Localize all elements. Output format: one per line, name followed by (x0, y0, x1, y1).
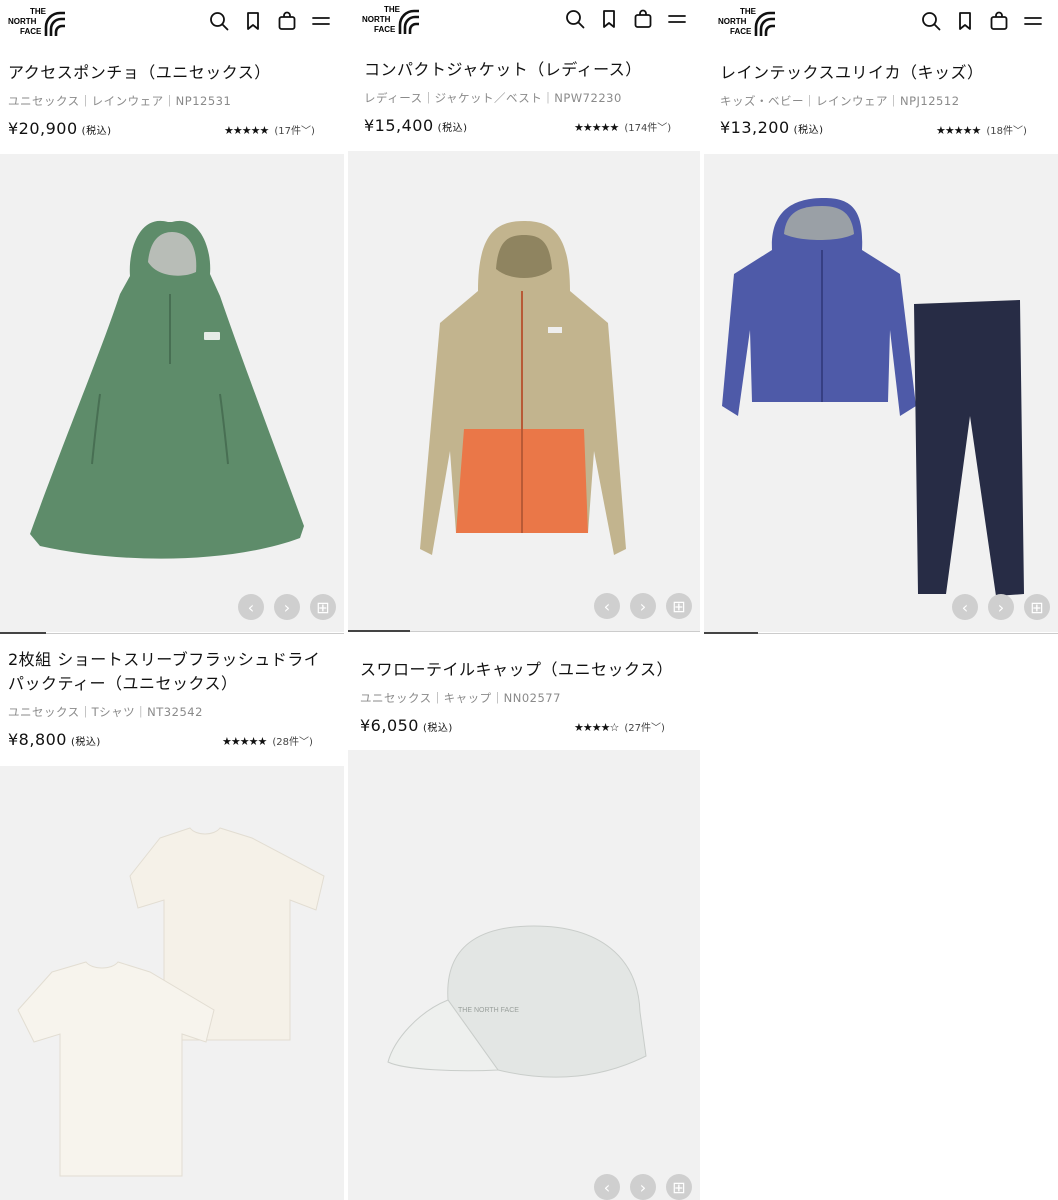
grid-icon[interactable]: ⊞ (666, 1174, 692, 1200)
product-rating[interactable]: ★★★★★ (174件﹀) (574, 119, 671, 134)
product-rating[interactable]: ★★★★★ (17件﹀) (224, 122, 315, 137)
price-value: ¥8,800 (8, 730, 67, 749)
rating-stars: ★★★★★ (222, 735, 267, 748)
review-count[interactable]: (28件﹀) (272, 737, 313, 748)
tax-label: (税込) (70, 737, 101, 748)
product-card[interactable]: コンパクトジャケット（レディース） レディース｜ジャケット／ベスト｜NPW722… (348, 0, 700, 634)
carousel-progress (704, 632, 1058, 634)
price-value: ¥6,050 (360, 716, 419, 735)
carousel-controls: ‹ › ⊞ (594, 1174, 692, 1200)
carousel-controls: ‹ › ⊞ (952, 594, 1050, 620)
chevron-left-icon[interactable]: ‹ (238, 594, 264, 620)
product-card[interactable]: 2枚組 ショートスリーブフラッシュドライ パックティー（ユニセックス） ユニセッ… (0, 634, 344, 1200)
rating-stars: ★★★★☆ (574, 721, 619, 734)
product-meta: キッズ・ベビー｜レインウェア｜NPJ12512 (720, 94, 960, 108)
product-rating[interactable]: ★★★★☆ (27件﹀) (574, 719, 665, 734)
rating-stars: ★★★★★ (224, 124, 269, 137)
grid-icon[interactable]: ⊞ (1024, 594, 1050, 620)
price-value: ¥20,900 (8, 119, 78, 138)
product-name-line-2: パックティー（ユニセックス） (8, 674, 238, 693)
review-count[interactable]: (174件﹀) (624, 123, 671, 134)
tax-label: (税込) (422, 723, 453, 734)
review-count[interactable]: (18件﹀) (986, 126, 1027, 137)
product-rating[interactable]: ★★★★★ (28件﹀) (222, 733, 313, 748)
poncho-illustration (30, 220, 304, 559)
rain-set-illustration (722, 198, 1024, 596)
product-image[interactable]: ‹ › ⊞ (348, 151, 700, 631)
chevron-right-icon[interactable]: › (988, 594, 1014, 620)
product-price: ¥20,900 (税込) (8, 119, 111, 138)
product-image[interactable]: THE NORTH FACE ‹ › ⊞ (348, 750, 700, 1200)
price-value: ¥15,400 (364, 116, 434, 135)
product-name-line-1: 2枚組 ショートスリーブフラッシュドライ (8, 650, 321, 669)
cap-logo-text: THE NORTH FACE (458, 1007, 519, 1014)
product-card[interactable]: アクセスポンチョ（ユニセックス） ユニセックス｜レインウェア｜NP12531 ¥… (0, 0, 344, 634)
product-image[interactable] (0, 766, 344, 1200)
product-column-3: THE NORTH FACE レインテックスユリイカ（キッズ） キッズ・ベビー｜… (704, 0, 1058, 1200)
tax-label: (税込) (793, 125, 824, 136)
product-price: ¥15,400 (税込) (364, 116, 467, 135)
product-card[interactable]: スワローテイルキャップ（ユニセックス） ユニセックス｜キャップ｜NN02577 … (348, 634, 700, 1200)
review-count[interactable]: (17件﹀) (274, 126, 315, 137)
tax-label: (税込) (437, 123, 468, 134)
grid-icon[interactable]: ⊞ (310, 594, 336, 620)
product-meta: レディース｜ジャケット／ベスト｜NPW72230 (364, 91, 622, 105)
chevron-left-icon[interactable]: ‹ (594, 593, 620, 619)
product-name[interactable]: レインテックスユリイカ（キッズ） (720, 61, 984, 85)
product-image[interactable]: ‹ › ⊞ (0, 154, 344, 632)
product-rating[interactable]: ★★★★★ (18件﹀) (936, 122, 1027, 137)
product-name[interactable]: コンパクトジャケット（レディース） (364, 58, 642, 82)
product-column-2: THE NORTH FACE コンパクトジャケット（レディース） レディース｜ジ… (348, 0, 700, 1200)
product-price: ¥13,200 (税込) (720, 118, 823, 137)
tshirts-illustration (17, 827, 325, 1177)
product-name[interactable]: アクセスポンチョ（ユニセックス） (8, 61, 271, 85)
product-image[interactable]: ‹ › ⊞ (704, 154, 1058, 632)
product-column-1: THE NORTH FACE アクセスポンチョ（ユニセックス） ユニセックス｜レ… (0, 0, 344, 1200)
carousel-controls: ‹ › ⊞ (238, 594, 336, 620)
product-meta: ユニセックス｜レインウェア｜NP12531 (8, 94, 232, 108)
cap-illustration: THE NORTH FACE (387, 925, 647, 1078)
product-card[interactable]: レインテックスユリイカ（キッズ） キッズ・ベビー｜レインウェア｜NPJ12512… (704, 0, 1058, 634)
tax-label: (税込) (81, 126, 112, 137)
carousel-progress-bar (348, 630, 410, 632)
rating-stars: ★★★★★ (936, 124, 981, 137)
price-value: ¥13,200 (720, 118, 790, 137)
jacket-illustration (420, 221, 626, 555)
product-price: ¥6,050 (税込) (360, 716, 453, 735)
product-price: ¥8,800 (税込) (8, 730, 101, 749)
chevron-right-icon[interactable]: › (630, 1174, 656, 1200)
product-name[interactable]: 2枚組 ショートスリーブフラッシュドライ パックティー（ユニセックス） (8, 648, 320, 696)
chevron-left-icon[interactable]: ‹ (594, 1174, 620, 1200)
carousel-progress-bar (704, 632, 758, 634)
carousel-progress (348, 630, 700, 632)
product-meta: ユニセックス｜キャップ｜NN02577 (360, 691, 561, 705)
chevron-left-icon[interactable]: ‹ (952, 594, 978, 620)
rating-stars: ★★★★★ (574, 121, 619, 134)
grid-icon[interactable]: ⊞ (666, 593, 692, 619)
product-meta: ユニセックス｜Tシャツ｜NT32542 (8, 705, 203, 719)
carousel-controls: ‹ › ⊞ (594, 593, 692, 619)
review-count[interactable]: (27件﹀) (624, 723, 665, 734)
chevron-right-icon[interactable]: › (274, 594, 300, 620)
chevron-right-icon[interactable]: › (630, 593, 656, 619)
product-name[interactable]: スワローテイルキャップ（ユニセックス） (360, 658, 673, 682)
